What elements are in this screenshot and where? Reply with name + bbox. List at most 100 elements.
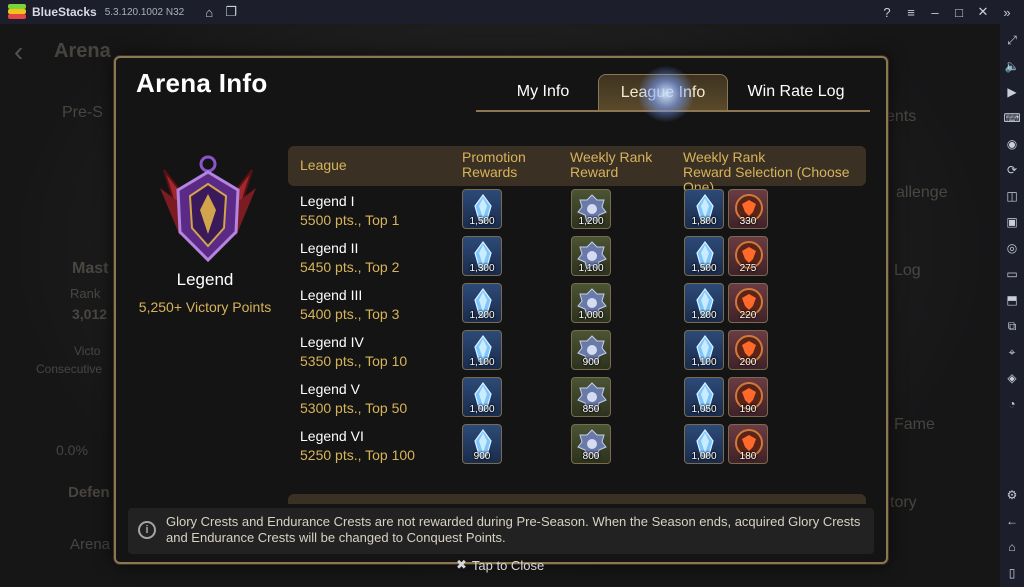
item-quantity: 1,000 bbox=[578, 310, 604, 321]
row-requirement: 5300 pts., Top 50 bbox=[300, 400, 408, 416]
item-quantity: 1,100 bbox=[469, 357, 495, 368]
weekly-reward-item[interactable]: 1,000 bbox=[571, 283, 611, 323]
back-arrow-icon[interactable]: ‹ bbox=[14, 36, 23, 68]
close-window-icon[interactable]: ✕ bbox=[972, 1, 994, 23]
legend-emblem-icon bbox=[160, 155, 256, 263]
item-quantity: 1,000 bbox=[691, 451, 717, 462]
selection-reward-crystal[interactable]: 1,800 bbox=[684, 189, 724, 229]
game-screen[interactable]: ‹ Arena Pre-S Mast Rank 3,012 Victo Cons… bbox=[0, 24, 1000, 587]
volume-icon[interactable]: 🔈 bbox=[1002, 56, 1022, 76]
keyboard-icon[interactable]: ⌨ bbox=[1002, 108, 1022, 128]
item-quantity: 900 bbox=[473, 451, 491, 462]
back-icon[interactable]: ← bbox=[1002, 511, 1022, 531]
row-league-name: Legend V bbox=[300, 381, 360, 397]
bg-preseason: Pre-S bbox=[62, 104, 103, 121]
selection-reward-crest[interactable]: 200 bbox=[728, 330, 768, 370]
bg-history[interactable]: tory bbox=[890, 494, 917, 512]
item-quantity: 1,200 bbox=[691, 310, 717, 321]
bg-fame[interactable]: Fame bbox=[894, 416, 935, 434]
tab-my-info[interactable]: My Info bbox=[488, 74, 598, 110]
bg-defense[interactable]: Defen bbox=[68, 484, 110, 501]
bg-log[interactable]: Log bbox=[894, 262, 921, 280]
screenshot-icon[interactable]: ◎ bbox=[1002, 238, 1022, 258]
item-quantity: 200 bbox=[739, 357, 757, 368]
tap-to-close-button[interactable]: ✖ Tap to Close bbox=[456, 557, 544, 573]
league-table-next-header bbox=[288, 494, 866, 504]
item-quantity: 330 bbox=[739, 216, 757, 227]
eco-mode-icon[interactable]: ◔ bbox=[1002, 394, 1022, 414]
collapse-sidebar-icon[interactable]: » bbox=[996, 1, 1018, 23]
weekly-reward-item[interactable]: 1,100 bbox=[571, 236, 611, 276]
minimize-icon[interactable]: – bbox=[924, 1, 946, 23]
gamepad-icon[interactable]: ◫ bbox=[1002, 186, 1022, 206]
weekly-reward-item[interactable]: 800 bbox=[571, 424, 611, 464]
multi-instance-icon[interactable]: ❐ bbox=[220, 1, 242, 23]
promotion-reward-item[interactable]: 1,500 bbox=[462, 189, 502, 229]
menu-icon[interactable]: ≡ bbox=[900, 1, 922, 23]
item-quantity: 1,500 bbox=[469, 216, 495, 227]
app-name: BlueStacks bbox=[32, 5, 97, 19]
app-version: 5.3.120.1002 N32 bbox=[104, 6, 185, 18]
header-league: League bbox=[300, 157, 347, 173]
row-league-name: Legend VI bbox=[300, 428, 364, 444]
bluestacks-logo-icon bbox=[8, 4, 26, 20]
resize-icon[interactable]: ⧉ bbox=[1002, 316, 1022, 336]
selection-reward-crystal[interactable]: 1,050 bbox=[684, 377, 724, 417]
settings-icon[interactable]: ⚙ bbox=[1002, 485, 1022, 505]
location-icon[interactable]: ⌖ bbox=[1002, 342, 1022, 362]
record-icon[interactable]: ▣ bbox=[1002, 212, 1022, 232]
folder-icon[interactable]: ▭ bbox=[1002, 264, 1022, 284]
table-row: Legend III 5400 pts., Top 3 1,200 1,000 1,20… bbox=[288, 282, 866, 329]
weekly-reward-item[interactable]: 900 bbox=[571, 330, 611, 370]
bg-arena-title: Arena bbox=[54, 40, 111, 62]
selection-reward-crest[interactable]: 180 bbox=[728, 424, 768, 464]
promotion-reward-item[interactable]: 900 bbox=[462, 424, 502, 464]
help-icon[interactable]: ? bbox=[876, 1, 898, 23]
bg-rank-value: 3,012 bbox=[72, 306, 108, 322]
promotion-reward-item[interactable]: 1,100 bbox=[462, 330, 502, 370]
selection-reward-crystal[interactable]: 1,100 bbox=[684, 330, 724, 370]
item-quantity: 1,100 bbox=[578, 263, 604, 274]
layers-icon[interactable]: ◈ bbox=[1002, 368, 1022, 388]
tabs-divider bbox=[476, 110, 870, 112]
selection-reward-crystal[interactable]: 1,500 bbox=[684, 236, 724, 276]
media-icon[interactable]: ▶ bbox=[1002, 82, 1022, 102]
selection-reward-crest[interactable]: 330 bbox=[728, 189, 768, 229]
apk-icon[interactable]: ⬒ bbox=[1002, 290, 1022, 310]
arena-info-modal: Arena Info My Info League Info Win Rate … bbox=[114, 56, 888, 564]
selection-reward-crystal[interactable]: 1,200 bbox=[684, 283, 724, 323]
android-home-icon[interactable]: ⌂ bbox=[1002, 537, 1022, 557]
selection-reward-crest[interactable]: 220 bbox=[728, 283, 768, 323]
item-quantity: 1,800 bbox=[691, 216, 717, 227]
item-quantity: 800 bbox=[582, 451, 600, 462]
fullscreen-icon[interactable]: ⤢ bbox=[1002, 30, 1022, 50]
bg-ents: ents bbox=[886, 108, 917, 125]
item-quantity: 1,200 bbox=[469, 310, 495, 321]
tab-league-info[interactable]: League Info bbox=[598, 74, 728, 110]
weekly-reward-item[interactable]: 1,200 bbox=[571, 189, 611, 229]
sync-icon[interactable]: ⟳ bbox=[1002, 160, 1022, 180]
current-league-name: Legend bbox=[176, 270, 234, 289]
maximize-icon[interactable]: □ bbox=[948, 1, 970, 23]
item-quantity: 180 bbox=[739, 451, 757, 462]
item-quantity: 850 bbox=[582, 404, 600, 415]
promotion-reward-item[interactable]: 1,000 bbox=[462, 377, 502, 417]
selection-reward-crest[interactable]: 275 bbox=[728, 236, 768, 276]
macro-icon[interactable]: ◉ bbox=[1002, 134, 1022, 154]
selection-reward-crystal[interactable]: 1,000 bbox=[684, 424, 724, 464]
weekly-reward-item[interactable]: 850 bbox=[571, 377, 611, 417]
header-weekly-rank: Weekly Rank Reward bbox=[570, 149, 653, 180]
item-quantity: 1,300 bbox=[469, 263, 495, 274]
bg-percent: 0.0% bbox=[56, 442, 88, 458]
bg-challenge[interactable]: allenge bbox=[896, 184, 948, 202]
bg-rank-label: Rank bbox=[70, 286, 101, 301]
selection-reward-crest[interactable]: 190 bbox=[728, 377, 768, 417]
promotion-reward-item[interactable]: 1,300 bbox=[462, 236, 502, 276]
tab-win-rate-log[interactable]: Win Rate Log bbox=[738, 74, 854, 110]
row-requirement: 5500 pts., Top 1 bbox=[300, 212, 400, 228]
home-icon[interactable]: ⌂ bbox=[198, 1, 220, 23]
header-promotion: Promotion Rewards bbox=[462, 149, 526, 180]
recent-apps-icon[interactable]: ▯ bbox=[1002, 563, 1022, 583]
modal-title: Arena Info bbox=[136, 68, 268, 98]
promotion-reward-item[interactable]: 1,200 bbox=[462, 283, 502, 323]
